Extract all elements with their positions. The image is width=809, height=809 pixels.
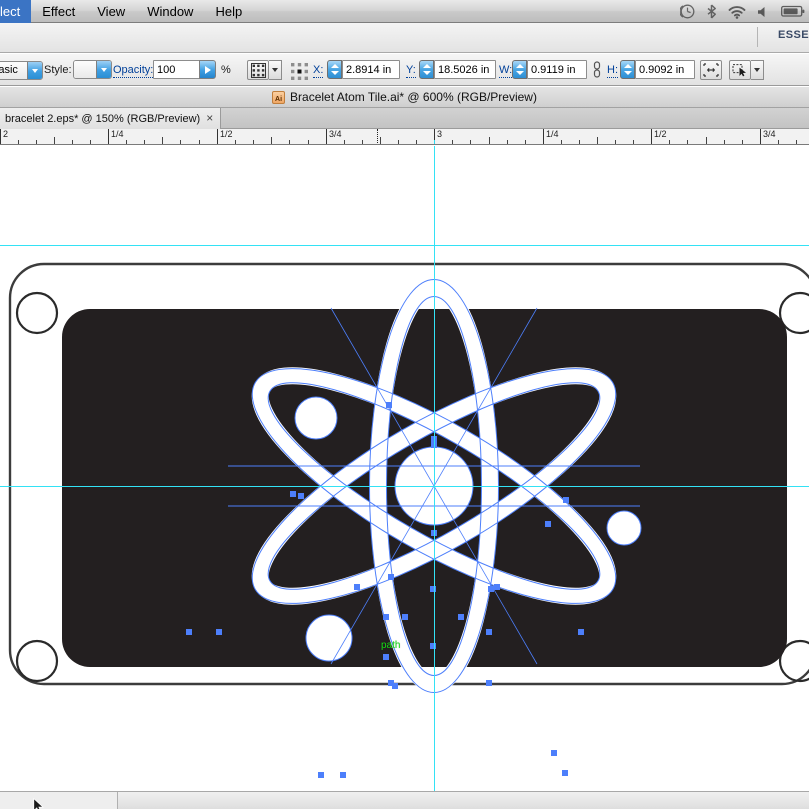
ruler-label: 1/4: [546, 129, 559, 139]
workspace-divider: [757, 27, 758, 47]
ruler-label: 2: [3, 129, 9, 139]
chevron-down-icon[interactable]: [751, 60, 764, 80]
wifi-icon[interactable]: [728, 5, 746, 19]
status-field[interactable]: [0, 792, 118, 809]
chevron-down-icon[interactable]: [27, 62, 42, 79]
appearance-value: Basic: [0, 62, 27, 79]
graphic-style-dropdown[interactable]: [73, 60, 112, 79]
w-stepper[interactable]: [512, 60, 527, 79]
menu-help[interactable]: Help: [204, 0, 253, 23]
atom-tile-artwork[interactable]: [0, 146, 809, 791]
y-input[interactable]: 18.5026 in: [434, 60, 496, 79]
opacity-input[interactable]: 100: [153, 60, 201, 79]
ruler-label: 1/2: [654, 129, 667, 139]
menu-items: lect Effect View Window Help: [0, 0, 253, 23]
y-label[interactable]: Y:: [406, 64, 416, 78]
opacity-slider-button[interactable]: [199, 60, 216, 79]
transform-icon[interactable]: [729, 60, 751, 80]
chevron-down-icon[interactable]: [96, 61, 111, 78]
opacity-label[interactable]: Opacity:: [113, 64, 154, 78]
menu-effect[interactable]: Effect: [31, 0, 86, 23]
control-options-bar: Basic Style: Opacity: 100 %: [0, 54, 809, 86]
volume-icon[interactable]: [757, 5, 770, 19]
appearance-dropdown[interactable]: Basic: [0, 61, 43, 80]
x-label[interactable]: X:: [313, 64, 324, 78]
ruler-label: 3/4: [763, 129, 776, 139]
w-input[interactable]: 0.9119 in: [527, 60, 587, 79]
h-label[interactable]: H:: [607, 64, 618, 78]
style-swatch: [74, 61, 96, 78]
menu-window[interactable]: Window: [136, 0, 204, 23]
illustrator-window: lect Effect View Window Help ESSE sic St…: [0, 0, 809, 809]
bluetooth-icon[interactable]: [706, 4, 717, 19]
tab-bracelet-2-eps[interactable]: bracelet 2.eps* @ 150% (RGB/Preview) ×: [0, 108, 222, 129]
horizontal-ruler[interactable]: 2 1/4 1/2 3/4 3 1/4 1/2 3/4: [0, 129, 809, 145]
reference-point-icon[interactable]: [288, 61, 310, 81]
arrow-cursor-icon: [33, 798, 44, 809]
h-input[interactable]: 0.9092 in: [635, 60, 695, 79]
document-title-bar: Ai Bracelet Atom Tile.ai* @ 600% (RGB/Pr…: [0, 87, 809, 108]
close-icon[interactable]: ×: [206, 112, 213, 124]
ruler-label: 1/4: [111, 129, 124, 139]
constrain-proportions-icon[interactable]: [592, 61, 602, 83]
menu-view[interactable]: View: [86, 0, 136, 23]
time-machine-icon[interactable]: [680, 4, 695, 19]
menu-select[interactable]: lect: [0, 0, 32, 23]
ruler-label: 1/2: [220, 129, 233, 139]
menu-bar-status-icons: [680, 0, 805, 23]
workspace-switcher[interactable]: ESSE: [778, 29, 809, 41]
y-stepper[interactable]: [419, 60, 434, 79]
ai-file-icon: Ai: [272, 90, 286, 104]
tab-label: bracelet 2.eps* @ 150% (RGB/Preview): [5, 112, 201, 125]
chevron-down-icon[interactable]: [269, 60, 282, 80]
style-label: Style:: [44, 64, 72, 76]
document-tab-bar: bracelet 2.eps* @ 150% (RGB/Preview) ×: [0, 108, 809, 129]
control-panel-strip: [0, 23, 809, 53]
recolor-artwork-icon[interactable]: [247, 60, 269, 80]
x-input[interactable]: 2.8914 in: [342, 60, 400, 79]
ruler-label: 3: [437, 129, 443, 139]
w-label[interactable]: W:: [499, 64, 513, 78]
status-bar: [0, 791, 809, 809]
h-stepper[interactable]: [620, 60, 635, 79]
mac-menu-bar: lect Effect View Window Help: [0, 0, 809, 23]
battery-icon[interactable]: [781, 5, 805, 18]
page-title: Bracelet Atom Tile.ai* @ 600% (RGB/Previ…: [290, 90, 537, 104]
align-icon[interactable]: [700, 60, 722, 80]
x-stepper[interactable]: [327, 60, 342, 79]
percent-symbol: %: [221, 64, 231, 76]
artboard-canvas[interactable]: path: [0, 146, 809, 791]
ruler-label: 3/4: [329, 129, 342, 139]
